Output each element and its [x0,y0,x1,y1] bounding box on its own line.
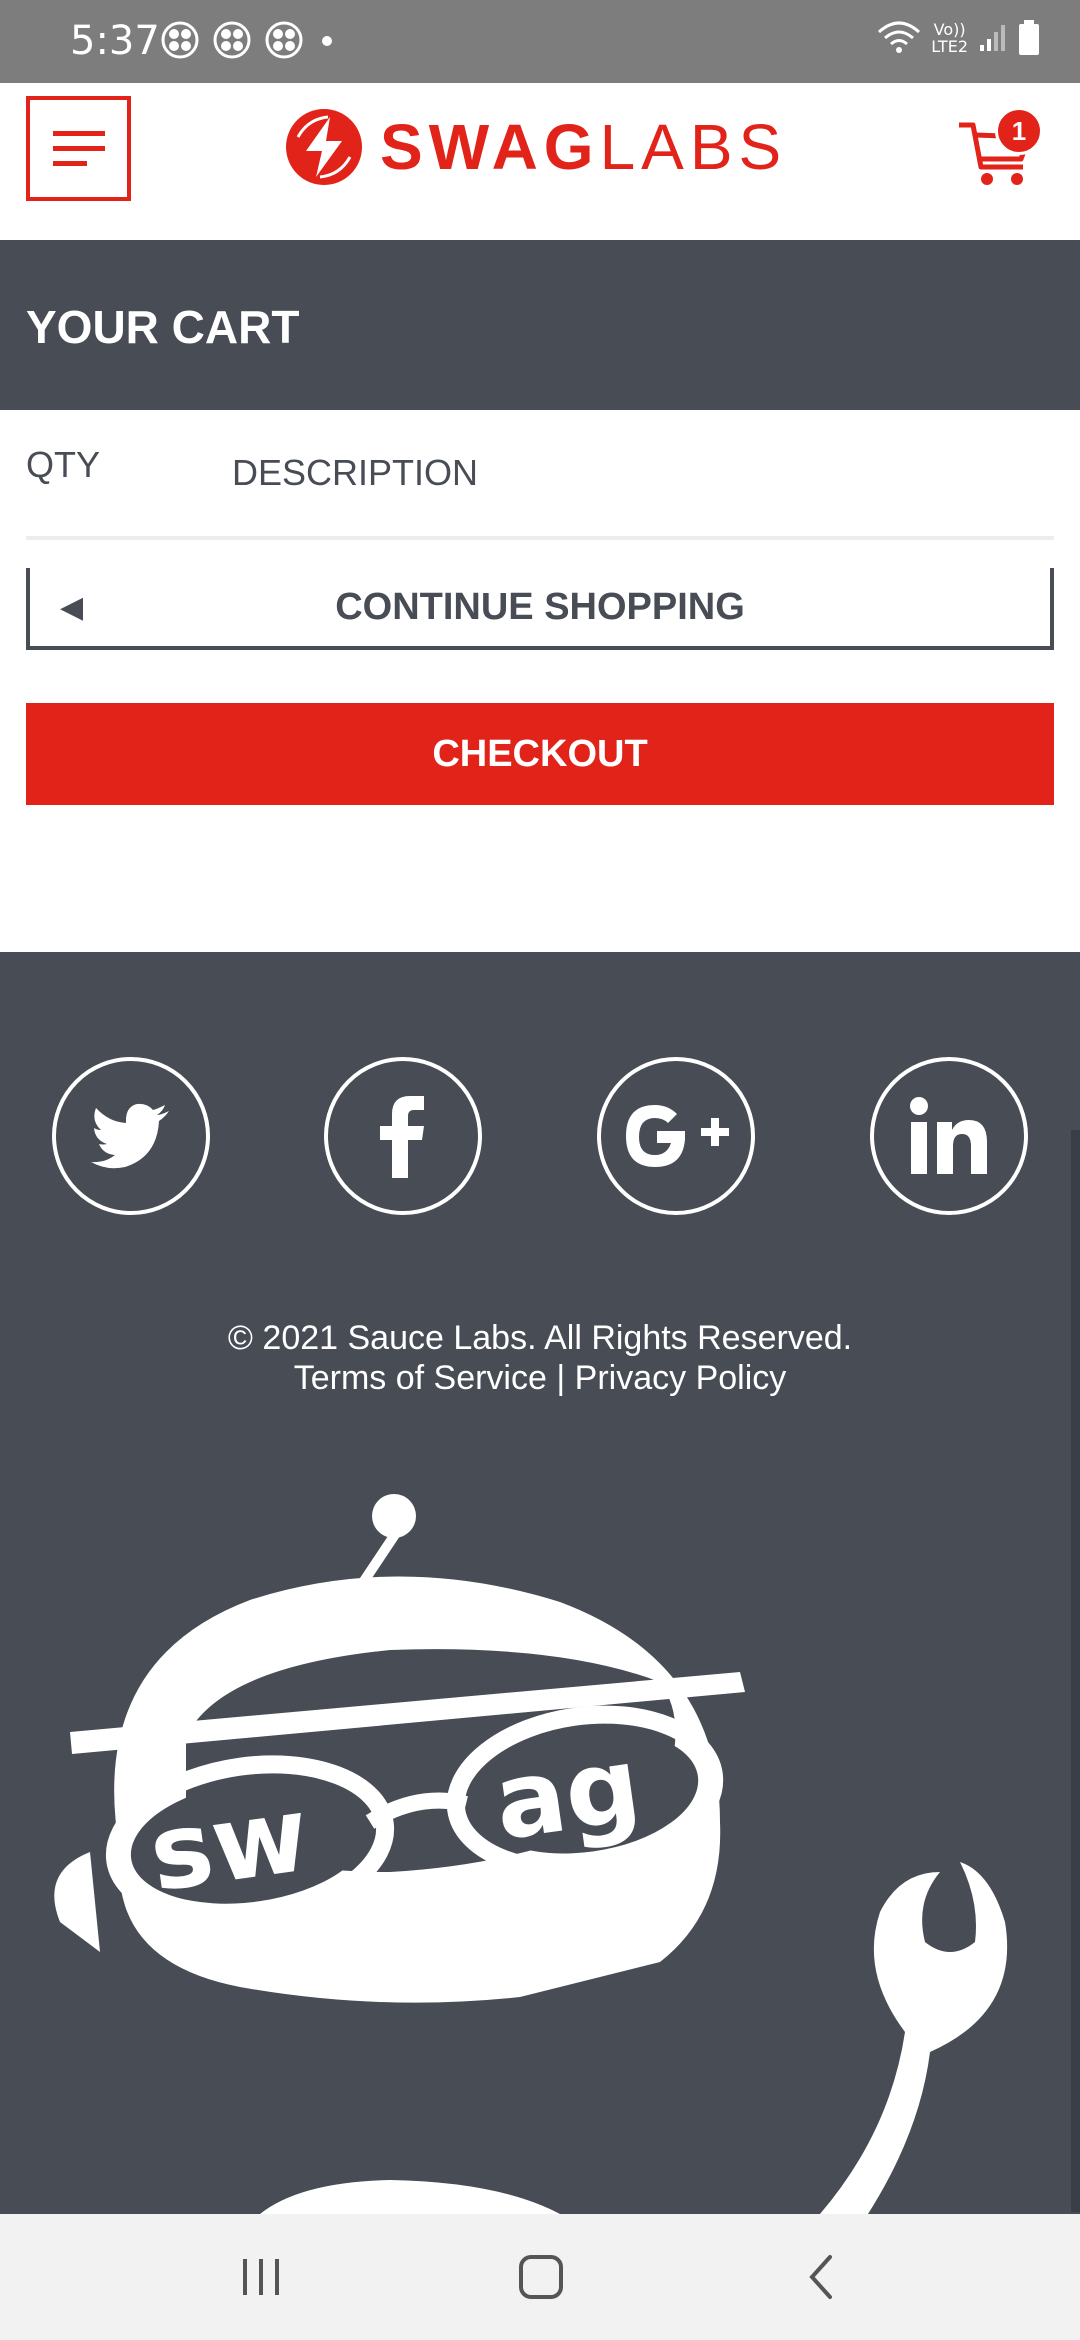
mascot-text-ag: ag [487,1723,647,1864]
back-icon [809,2255,832,2299]
legal-links: Terms of Service | Privacy Policy [0,1358,1080,1398]
twitter-icon [91,1103,169,1169]
app-notification-icon [161,21,199,59]
scrollbar[interactable] [1071,1130,1080,2212]
recent-apps-icon [243,2259,279,2295]
status-time: 5:37 [70,18,160,64]
home-icon [519,2255,563,2299]
status-bar: 5:37 Vo)) LTE2 [0,0,1080,83]
logo-light-text: LABS [599,111,788,183]
twitter-button[interactable] [52,1057,210,1215]
logo-bold-text: SWAG [380,111,600,183]
cart-title-bar: YOUR CART [0,240,1080,410]
cart-count-badge: 1 [995,107,1043,155]
more-notifications-dot [322,36,332,46]
google-plus-icon [626,1105,729,1167]
footer: © 2021 Sauce Labs. All Rights Reserved. … [0,952,1080,2214]
volte-label: Vo)) [933,20,966,39]
continue-shopping-label: CONTINUE SHOPPING [335,585,745,628]
wifi-icon [878,21,921,53]
page-title: YOUR CART [26,301,300,353]
facebook-icon [380,1096,424,1178]
cart-button[interactable]: 1 [955,105,1047,195]
status-indicators: Vo)) LTE2 [877,20,1040,56]
home-button[interactable] [506,2244,576,2310]
menu-button[interactable] [26,96,131,201]
notification-icons [160,20,304,60]
qty-column-header: QTY [26,444,101,485]
swag-labs-logo: SWAGLABS [284,107,787,187]
swag-robot-mascot: sw ag [54,1494,1008,2214]
copyright-text: © 2021 Sauce Labs. All Rights Reserved. [227,1319,853,1357]
checkout-label: CHECKOUT [432,732,648,775]
mascot-text-sw: sw [142,1773,315,1916]
app-notification-icon [265,21,303,59]
facebook-button[interactable] [324,1057,482,1215]
back-arrow-icon: ◀ [60,591,84,624]
terms-link[interactable]: Terms of Service [294,1359,547,1397]
hamburger-icon [52,130,105,166]
divider [26,536,1054,540]
description-column-header: DESCRIPTION [232,452,479,493]
linkedin-button[interactable] [870,1057,1028,1215]
continue-shopping-button[interactable]: ◀ CONTINUE SHOPPING [26,568,1054,650]
recent-apps-button[interactable] [226,2244,296,2310]
linkedin-icon [910,1097,987,1174]
signal-icon [980,25,1005,51]
lightning-logo-icon [286,109,362,185]
lte-label: LTE2 [931,37,968,56]
checkout-button[interactable]: CHECKOUT [26,703,1054,805]
app-notification-icon [213,21,251,59]
legal-separator: | [556,1359,566,1397]
network-type-label: Vo)) LTE2 [931,21,968,55]
logo-wordmark: SWAGLABS [380,110,787,184]
google-plus-button[interactable] [597,1057,755,1215]
privacy-link[interactable]: Privacy Policy [575,1359,787,1397]
system-nav-bar [0,2214,1080,2340]
battery-icon [1019,20,1039,55]
app-header: SWAGLABS 1 [0,83,1080,240]
back-button[interactable] [786,2244,856,2310]
